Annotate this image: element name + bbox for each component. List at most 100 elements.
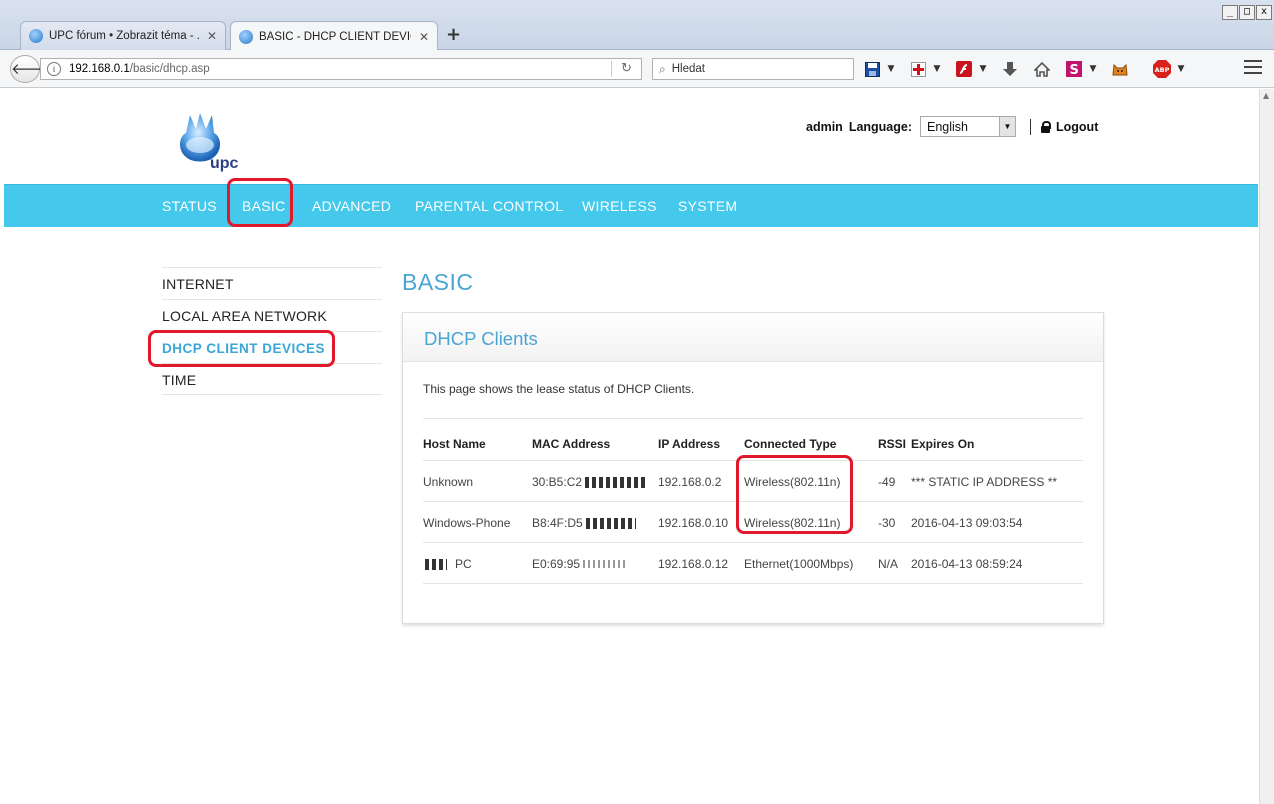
mac-address-cell: B8:4F:D5 [532, 501, 658, 543]
redaction-mark [585, 517, 636, 529]
language-label: Language: [848, 119, 913, 134]
rssi-cell: N/A [878, 542, 911, 584]
plus-cross-icon[interactable] [908, 59, 928, 79]
highlight-wireless-type [736, 455, 853, 534]
s-extension-dropdown-icon[interactable]: ▼ [1088, 59, 1098, 79]
sidebar-item-time[interactable]: TIME [162, 363, 382, 395]
tab-title: BASIC - DHCP CLIENT DEVICES [259, 30, 411, 43]
panel-description: This page shows the lease status of DHCP… [423, 382, 695, 396]
adblock-icon[interactable]: ABP [1152, 59, 1172, 79]
flash-icon[interactable] [954, 59, 974, 79]
sidebar-item-local-area-network[interactable]: LOCAL AREA NETWORK [162, 299, 382, 331]
window-controls: _ □ x [1222, 5, 1272, 20]
browser-tab-upc-forum[interactable]: UPC fórum • Zobrazit téma - ... ✕ [20, 21, 226, 50]
close-window-button[interactable]: x [1256, 5, 1272, 20]
search-icon: ⌕ [659, 61, 666, 76]
username: admin [806, 119, 843, 134]
user-bar: admin Language: English ▼ Logout [806, 116, 1098, 137]
tab-title: UPC fórum • Zobrazit téma - ... [49, 30, 199, 42]
language-value: English [927, 119, 969, 134]
vertical-scrollbar[interactable]: ▲ [1259, 89, 1274, 804]
toolbar-icons: ▼ ▼ ▼ S ▼ ABP ▼ [862, 59, 1198, 79]
rssi-cell: -49 [878, 460, 911, 502]
logo-text: upc [210, 155, 239, 172]
lock-icon [1041, 121, 1052, 133]
back-button[interactable]: 🡐 [10, 55, 51, 83]
mac-prefix: E0:69:95 [532, 556, 581, 571]
host-name-text: PC [455, 556, 472, 571]
save-dropdown-icon[interactable]: ▼ [886, 59, 896, 79]
adblock-label: ABP [1155, 66, 1170, 74]
svg-text:S: S [1070, 63, 1079, 77]
page-viewport: upc admin Language: English ▼ Logout STA… [4, 89, 1258, 804]
urlbar-separator [611, 61, 612, 77]
connected-type-cell: Ethernet(1000Mbps) [744, 542, 878, 584]
host-name-cell: Windows-Phone [423, 501, 532, 543]
mac-prefix: 30:B5:C2 [532, 474, 583, 489]
column-header-rssi: RSSI [878, 418, 911, 461]
flash-dropdown-icon[interactable]: ▼ [978, 59, 988, 79]
host-name-cell: PC [423, 542, 532, 584]
tab-close-icon[interactable]: ✕ [207, 29, 217, 43]
browser-tab-dhcp[interactable]: BASIC - DHCP CLIENT DEVICES ✕ [230, 21, 438, 51]
sidebar-item-internet[interactable]: INTERNET [162, 267, 382, 299]
plus-dropdown-icon[interactable]: ▼ [932, 59, 942, 79]
tab-close-icon[interactable]: ✕ [419, 30, 429, 44]
redaction-mark [583, 560, 628, 569]
page-title: BASIC [402, 269, 474, 295]
adblock-dropdown-icon[interactable]: ▼ [1176, 59, 1186, 79]
highlight-basic-nav [227, 178, 293, 227]
site-info-icon[interactable]: i [47, 62, 61, 76]
menu-icon[interactable] [1244, 60, 1262, 76]
language-select[interactable]: English ▼ [920, 116, 1017, 137]
url-host: 192.168.0.1 [69, 63, 130, 75]
url-path: /basic/dhcp.asp [129, 63, 210, 75]
redaction-mark [425, 558, 447, 570]
table-row: PC E0:69:95 192.168.0.12 Ethernet(1000Mb… [423, 542, 1083, 584]
upc-favicon-icon [239, 29, 253, 44]
ip-address-cell: 192.168.0.12 [658, 542, 744, 584]
rssi-cell: -30 [878, 501, 911, 543]
ip-address-cell: 192.168.0.2 [658, 460, 744, 502]
panel-title: DHCP Clients [403, 313, 1103, 362]
mac-address-cell: 30:B5:C2 [532, 460, 658, 502]
column-header-host-name: Host Name [423, 418, 532, 461]
logout-link[interactable]: Logout [1056, 120, 1098, 134]
redaction-mark [585, 476, 646, 488]
header-divider [1030, 118, 1032, 135]
upc-favicon-icon [29, 29, 43, 43]
expires-on-cell: 2016-04-13 09:03:54 [911, 501, 1083, 543]
highlight-dhcp-sidebar [148, 330, 335, 367]
minimize-button[interactable]: _ [1222, 5, 1238, 20]
column-header-mac-address: MAC Address [532, 418, 658, 461]
nav-item-status[interactable]: STATUS [162, 185, 217, 228]
home-icon[interactable] [1032, 59, 1052, 79]
mac-prefix: B8:4F:D5 [532, 515, 583, 530]
nav-item-system[interactable]: SYSTEM [678, 185, 737, 228]
download-icon[interactable] [1000, 59, 1020, 79]
s-extension-icon[interactable]: S [1064, 59, 1084, 79]
maximize-button[interactable]: □ [1239, 5, 1255, 20]
nav-item-advanced[interactable]: ADVANCED [312, 185, 391, 228]
scroll-up-icon[interactable]: ▲ [1263, 91, 1269, 100]
browser-titlebar: _ □ x UPC fórum • Zobrazit téma - ... ✕ … [0, 0, 1274, 51]
host-name-cell: Unknown [423, 460, 532, 502]
browser-navbar: 🡐 i 192.168.0.1/basic/dhcp.asp ↻ ⌕ Hleda… [0, 50, 1274, 88]
reload-icon[interactable]: ↻ [621, 60, 632, 76]
search-input[interactable]: ⌕ Hledat [652, 58, 854, 80]
address-bar[interactable]: i 192.168.0.1/basic/dhcp.asp ↻ [40, 58, 642, 80]
expires-on-cell: *** STATIC IP ADDRESS ** [911, 460, 1083, 502]
ip-address-cell: 192.168.0.10 [658, 501, 744, 543]
search-placeholder: Hledat [671, 63, 705, 75]
mac-address-cell: E0:69:95 [532, 542, 658, 584]
cat-icon[interactable] [1110, 59, 1130, 79]
nav-item-wireless[interactable]: WIRELESS [582, 185, 657, 228]
chevron-down-icon[interactable]: ▼ [999, 117, 1016, 136]
column-header-ip-address: IP Address [658, 418, 744, 461]
main-nav: STATUS BASIC ADVANCED PARENTAL CONTROL W… [4, 184, 1258, 227]
expires-on-cell: 2016-04-13 08:59:24 [911, 542, 1083, 584]
new-tab-button[interactable]: + [446, 24, 461, 45]
save-icon[interactable] [862, 59, 882, 79]
column-header-expires-on: Expires On [911, 418, 1083, 461]
nav-item-parental-control[interactable]: PARENTAL CONTROL [415, 185, 563, 228]
